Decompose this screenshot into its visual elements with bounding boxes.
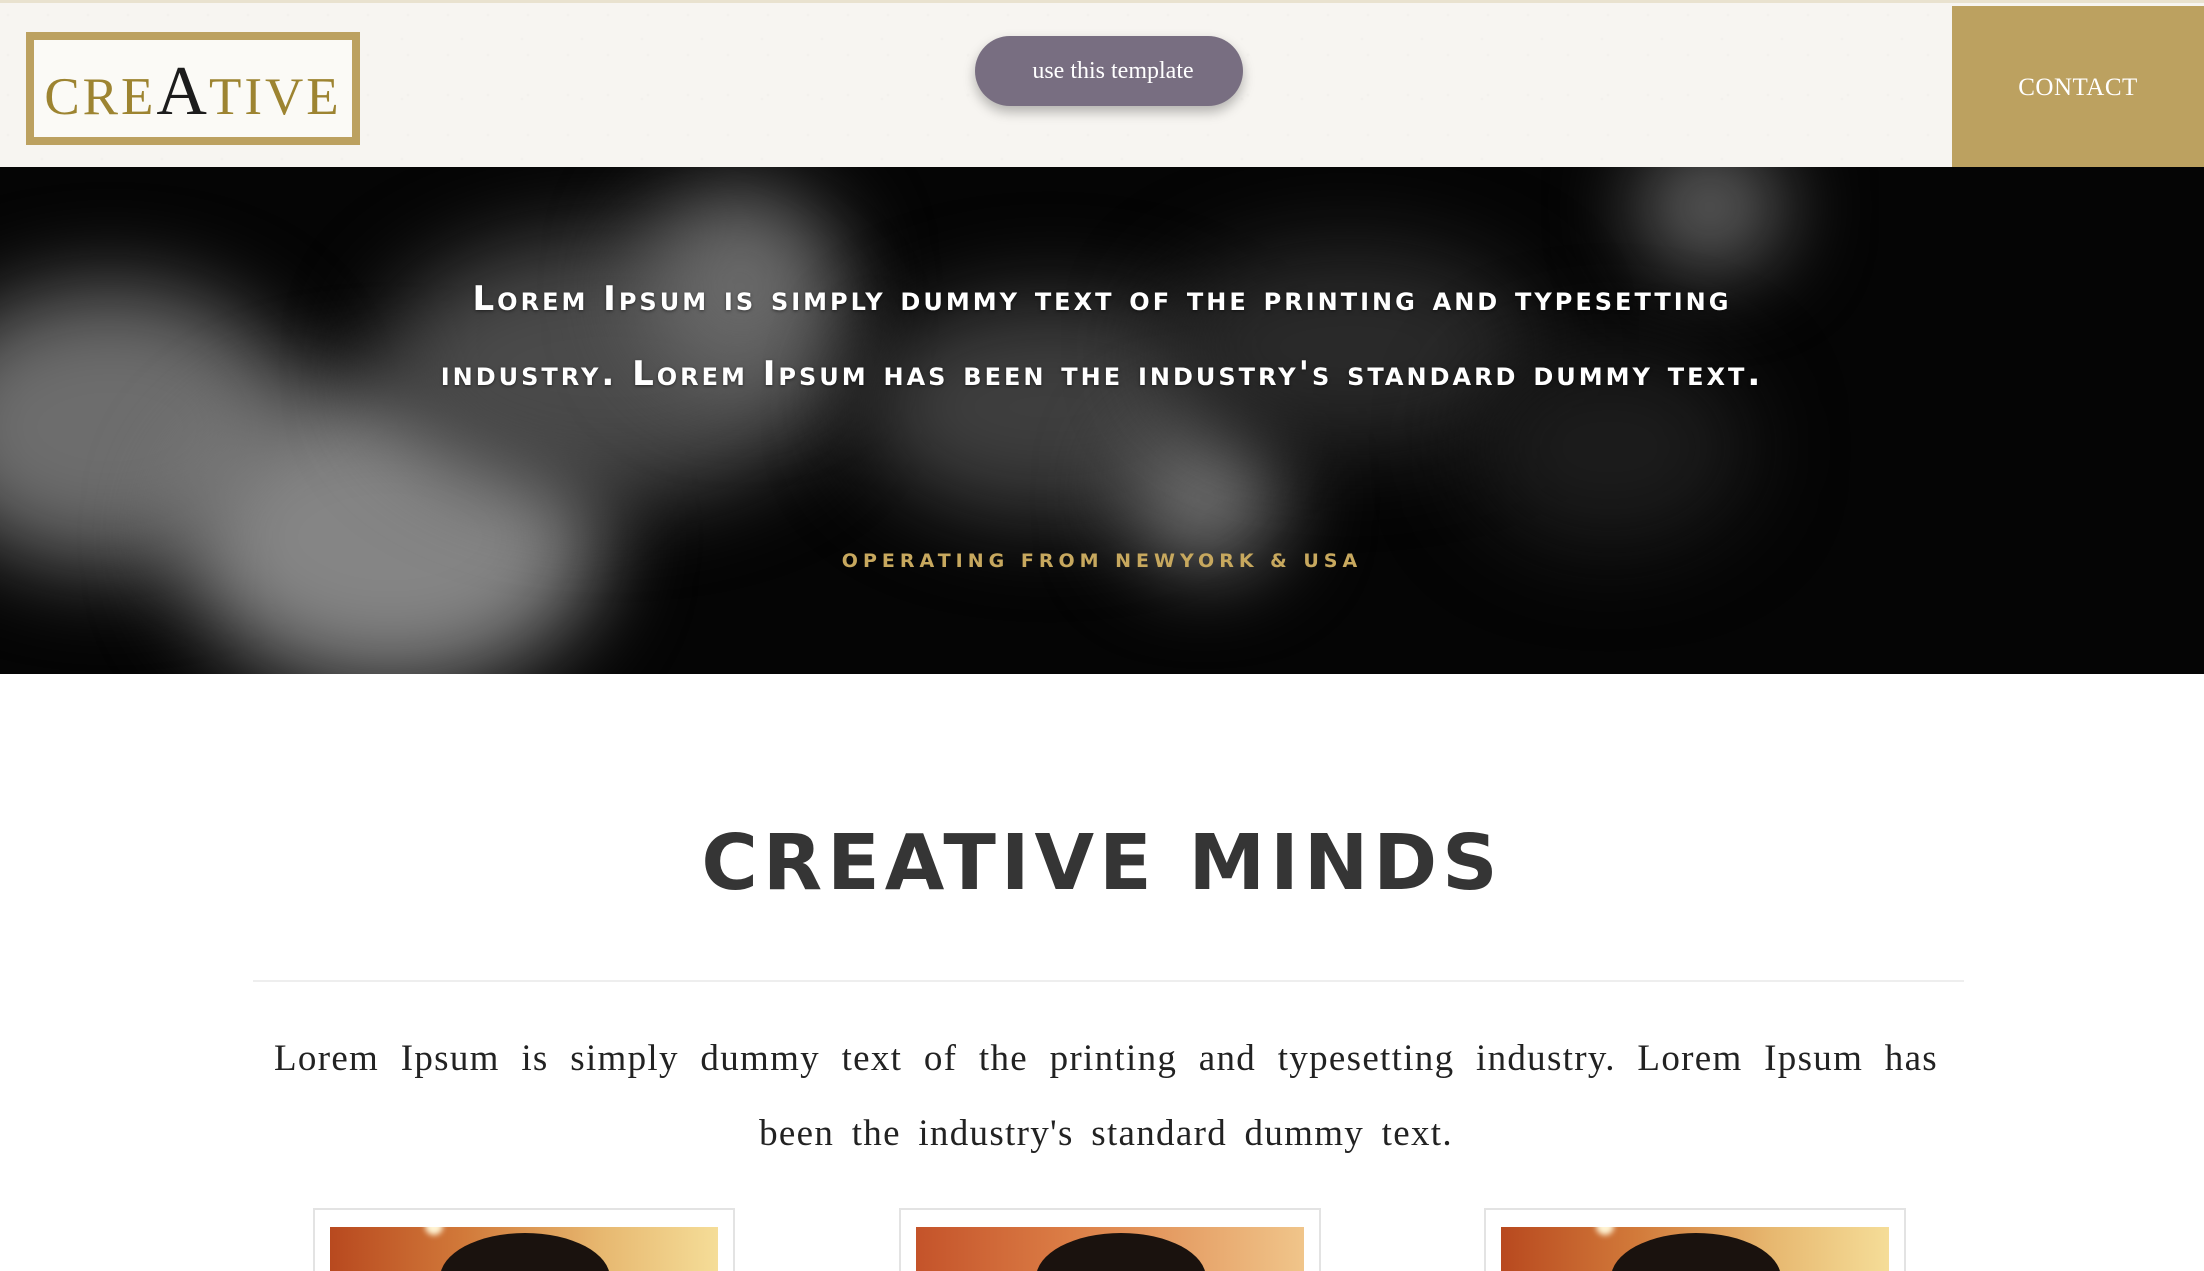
site-header: CREATIVE use this template CONTACT — [0, 0, 2204, 170]
section-description: Lorem Ipsum is simply dummy text of the … — [274, 1038, 1938, 1154]
hero-location-text: OPERATING FROM NEWYORK & USA — [841, 550, 1363, 572]
contact-button[interactable]: CONTACT — [1952, 6, 2204, 170]
divider — [253, 980, 1964, 982]
hero-headline: Lorem Ipsum is simply dummy text of the … — [440, 279, 1764, 394]
team-card[interactable] — [1484, 1208, 1906, 1271]
section-title: CREATIVE MINDS — [701, 819, 1503, 908]
logo-text: CREATIVE — [44, 52, 342, 130]
team-card[interactable] — [899, 1208, 1321, 1271]
use-template-button[interactable]: use this template — [975, 36, 1243, 106]
team-member-photo — [916, 1227, 1304, 1271]
logo[interactable]: CREATIVE — [26, 32, 360, 145]
hero-banner: Lorem Ipsum is simply dummy text of the … — [0, 167, 2204, 674]
team-member-photo — [1501, 1227, 1889, 1271]
team-card[interactable] — [313, 1208, 735, 1271]
team-member-photo — [330, 1227, 718, 1271]
